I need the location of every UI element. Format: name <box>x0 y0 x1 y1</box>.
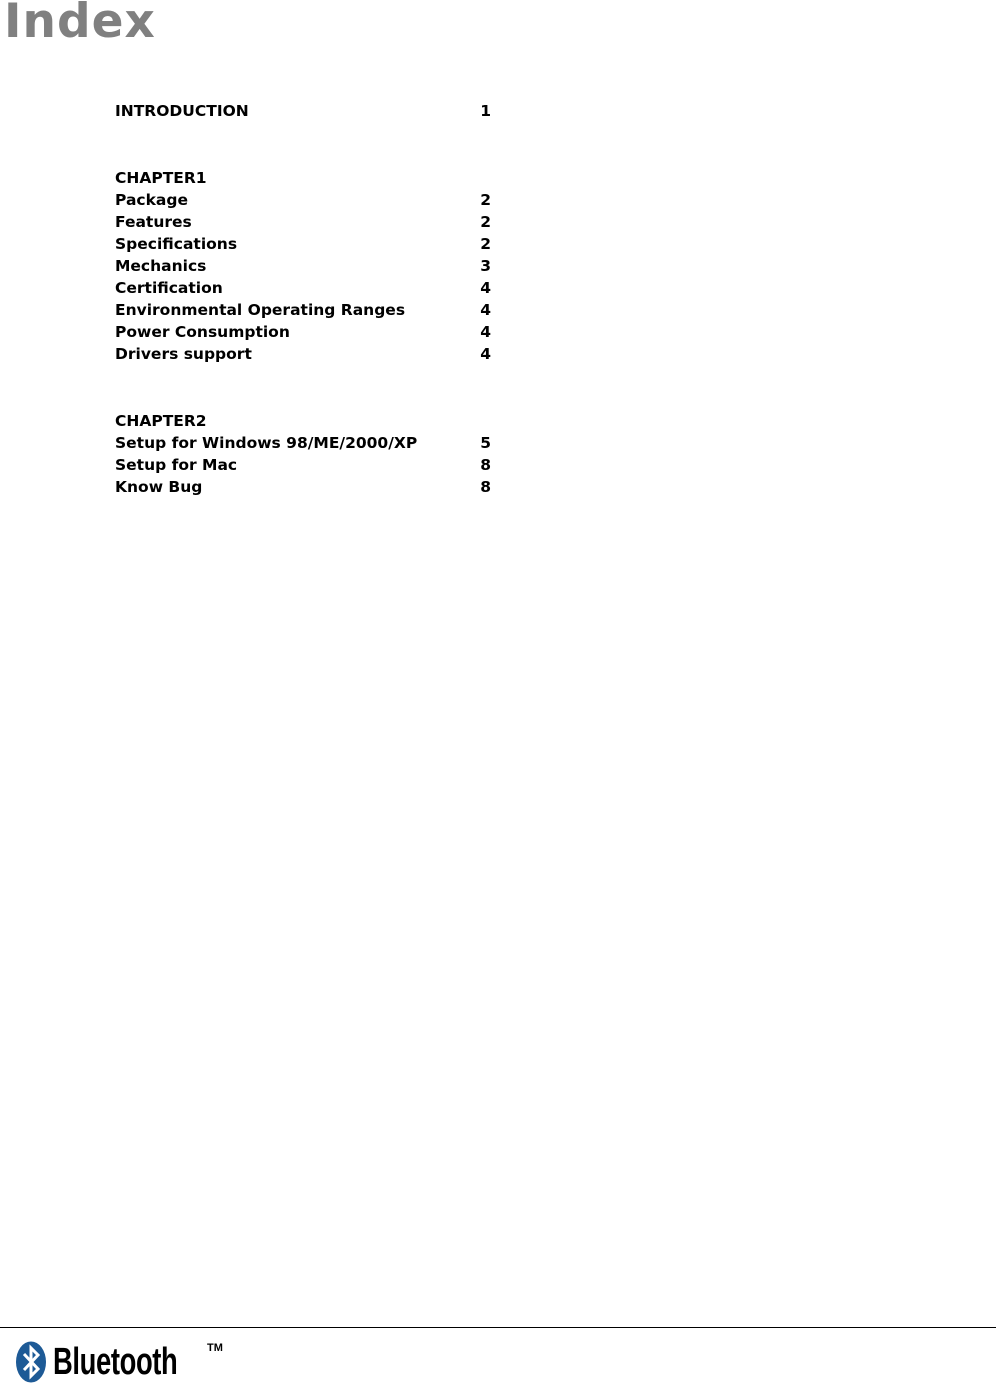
chapter1-heading: CHAPTER1 <box>115 167 491 189</box>
chapter-heading-label: CHAPTER2 <box>115 412 207 430</box>
toc-entry-page: 4 <box>480 301 491 319</box>
toc-entry-page: 2 <box>480 235 491 253</box>
toc-entry[interactable]: Know Bug 8 <box>115 476 491 498</box>
toc-entry-introduction[interactable]: INTRODUCTION 1 <box>115 100 491 122</box>
toc-entry-label: Know Bug <box>115 478 203 496</box>
toc-entry[interactable]: Certification 4 <box>115 277 491 299</box>
toc-entry[interactable]: Setup for Windows 98/ME/2000/XP 5 <box>115 432 491 454</box>
toc-entry[interactable]: Features 2 <box>115 211 491 233</box>
toc-entry-page: 8 <box>480 456 491 474</box>
bluetooth-icon <box>16 1341 46 1383</box>
toc-entry-label: Specifications <box>115 235 238 253</box>
toc-entry[interactable]: Mechanics 3 <box>115 255 491 277</box>
toc-entry[interactable]: Package 2 <box>115 189 491 211</box>
toc-entry-page: 3 <box>480 257 491 275</box>
toc-entry-label: Power Consumption <box>115 323 290 341</box>
toc-entry-label: Certification <box>115 279 223 297</box>
toc-entry-label: Environmental Operating Ranges <box>115 301 406 319</box>
chapter2-heading: CHAPTER2 <box>115 410 491 432</box>
toc-entry[interactable]: Power Consumption 4 <box>115 321 491 343</box>
toc-entry-label: Features <box>115 213 192 231</box>
toc-entry-page: 5 <box>480 434 491 452</box>
toc-entry[interactable]: Specifications 2 <box>115 233 491 255</box>
toc-entry-label: Drivers support <box>115 345 252 363</box>
toc-entry-label: INTRODUCTION <box>115 102 249 120</box>
toc-entry-label: Mechanics <box>115 257 207 275</box>
toc-entry-page: 1 <box>480 102 491 120</box>
toc-entry-page: 4 <box>480 279 491 297</box>
page-title: Index <box>4 0 156 49</box>
toc-entry-page: 4 <box>480 323 491 341</box>
toc-entry-page: 2 <box>480 213 491 231</box>
toc-entry-page: 8 <box>480 478 491 496</box>
bluetooth-wordmark: Bluetooth <box>53 1341 178 1383</box>
toc-entry[interactable]: Environmental Operating Ranges 4 <box>115 299 491 321</box>
bluetooth-logo: Bluetooth TM <box>15 1340 226 1384</box>
toc-entry-label: Setup for Windows 98/ME/2000/XP <box>115 434 418 452</box>
trademark-symbol: TM <box>207 1342 223 1354</box>
toc-entry-page: 4 <box>480 345 491 363</box>
footer-divider <box>0 1327 996 1328</box>
toc-entry-label: Package <box>115 191 188 209</box>
toc-entry-label: Setup for Mac <box>115 456 238 474</box>
chapter-heading-label: CHAPTER1 <box>115 169 207 187</box>
toc-entry-page: 2 <box>480 191 491 209</box>
toc-entry[interactable]: Setup for Mac 8 <box>115 454 491 476</box>
toc-entry[interactable]: Drivers support 4 <box>115 343 491 365</box>
